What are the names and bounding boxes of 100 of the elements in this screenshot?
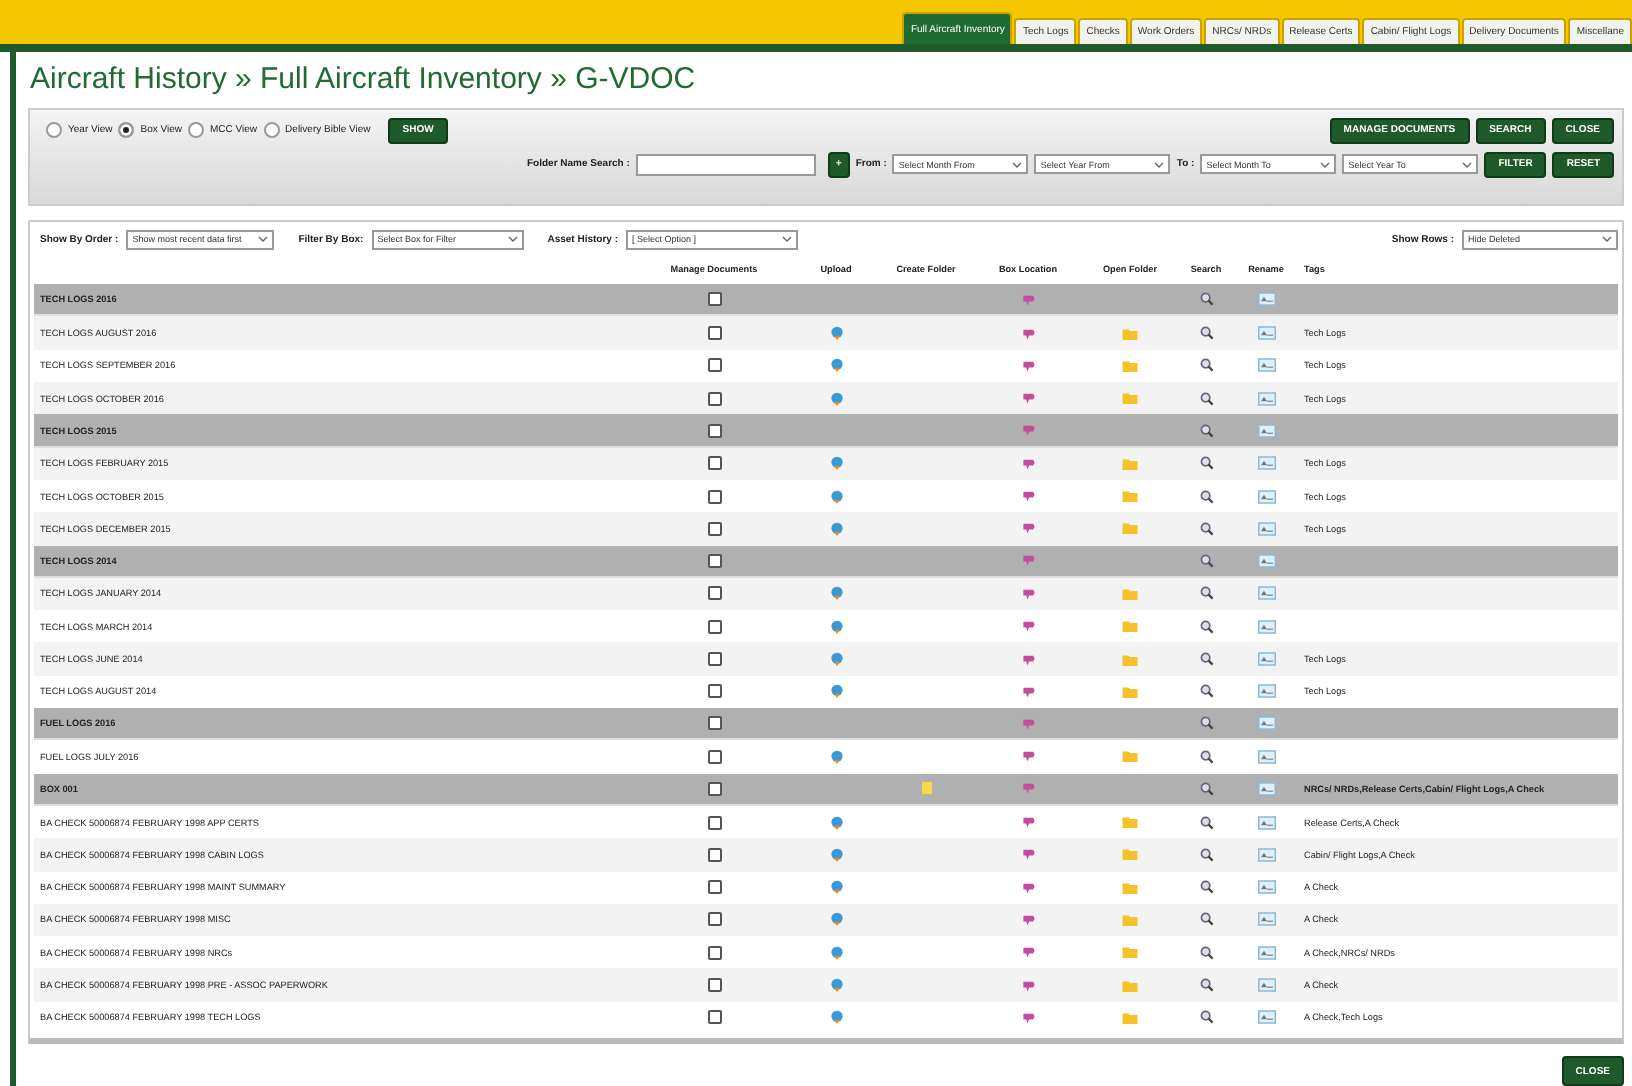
image-icon[interactable]	[1257, 781, 1275, 796]
checkbox[interactable]	[707, 423, 721, 437]
globe-icon[interactable]	[829, 358, 843, 373]
search-icon[interactable]	[1199, 781, 1213, 796]
search-icon[interactable]	[1199, 619, 1213, 634]
globe-icon[interactable]	[829, 391, 843, 406]
pushpin-icon[interactable]	[1021, 816, 1035, 829]
pushpin-icon[interactable]	[1021, 685, 1035, 698]
radio-button[interactable]	[188, 122, 205, 139]
pushpin-icon[interactable]	[1021, 979, 1035, 992]
pushpin-icon[interactable]	[1021, 782, 1035, 795]
search-icon[interactable]	[1199, 684, 1213, 699]
radio-button[interactable]	[118, 122, 135, 139]
checkbox[interactable]	[707, 456, 721, 471]
pushpin-icon[interactable]	[1021, 620, 1035, 633]
pushpin-icon[interactable]	[1021, 522, 1035, 535]
image-icon[interactable]	[1257, 521, 1275, 536]
image-icon[interactable]	[1257, 586, 1275, 601]
checkbox[interactable]	[707, 391, 721, 406]
globe-icon[interactable]	[829, 521, 843, 536]
globe-icon[interactable]	[829, 456, 843, 471]
checkbox[interactable]	[707, 586, 721, 601]
globe-icon[interactable]	[829, 652, 843, 667]
checkbox[interactable]	[707, 847, 721, 862]
image-icon[interactable]	[1257, 880, 1275, 895]
checkbox[interactable]	[707, 749, 721, 764]
search-icon[interactable]	[1199, 391, 1213, 406]
pushpin-icon[interactable]	[1021, 913, 1035, 926]
globe-icon[interactable]	[829, 749, 843, 764]
image-icon[interactable]	[1257, 619, 1275, 634]
search-icon[interactable]	[1199, 815, 1213, 830]
image-icon[interactable]	[1257, 978, 1275, 993]
search-icon[interactable]	[1199, 847, 1213, 862]
search-icon[interactable]	[1199, 652, 1213, 667]
checkbox[interactable]	[707, 781, 721, 796]
image-icon[interactable]	[1257, 358, 1275, 373]
checkbox[interactable]	[707, 521, 721, 536]
image-icon[interactable]	[1257, 391, 1275, 406]
globe-icon[interactable]	[829, 684, 843, 699]
search-icon[interactable]	[1199, 586, 1213, 601]
search-icon[interactable]	[1199, 749, 1213, 764]
search-icon[interactable]	[1199, 456, 1213, 471]
search-icon[interactable]	[1199, 521, 1213, 536]
globe-icon[interactable]	[829, 815, 843, 830]
image-icon[interactable]	[1257, 292, 1275, 307]
globe-icon[interactable]	[829, 619, 843, 634]
pushpin-icon[interactable]	[1021, 293, 1035, 306]
checkbox[interactable]	[707, 619, 721, 634]
image-icon[interactable]	[1257, 716, 1275, 731]
folder-search-field[interactable]	[635, 153, 816, 176]
checkbox[interactable]	[707, 326, 721, 341]
image-icon[interactable]	[1257, 912, 1275, 927]
checkbox[interactable]	[707, 1010, 721, 1025]
search-icon[interactable]	[1199, 978, 1213, 993]
globe-icon[interactable]	[829, 880, 843, 895]
search-icon[interactable]	[1199, 423, 1213, 437]
checkbox[interactable]	[707, 716, 721, 731]
pushpin-icon[interactable]	[1021, 490, 1035, 503]
pushpin-icon[interactable]	[1021, 848, 1035, 861]
globe-icon[interactable]	[829, 586, 843, 601]
globe-icon[interactable]	[829, 1010, 843, 1025]
image-icon[interactable]	[1257, 815, 1275, 830]
pushpin-icon[interactable]	[1021, 750, 1035, 763]
checkbox[interactable]	[707, 489, 721, 504]
radio-button[interactable]	[46, 122, 62, 139]
checkbox[interactable]	[707, 880, 721, 895]
pushpin-icon[interactable]	[1021, 327, 1035, 340]
pushpin-icon[interactable]	[1021, 587, 1035, 600]
search-icon[interactable]	[1199, 716, 1213, 731]
globe-icon[interactable]	[829, 847, 843, 862]
pushpin-icon[interactable]	[1021, 946, 1035, 959]
pushpin-icon[interactable]	[1021, 392, 1035, 405]
pushpin-icon[interactable]	[1021, 1011, 1035, 1024]
pushpin-icon[interactable]	[1021, 359, 1035, 372]
pushpin-icon[interactable]	[1021, 717, 1035, 730]
checkbox[interactable]	[707, 292, 721, 307]
checkbox[interactable]	[707, 912, 721, 927]
search-icon[interactable]	[1199, 1010, 1213, 1025]
checkbox[interactable]	[707, 945, 721, 960]
image-icon[interactable]	[1257, 326, 1275, 341]
globe-icon[interactable]	[829, 326, 843, 341]
pushpin-icon[interactable]	[1021, 457, 1035, 470]
image-icon[interactable]	[1257, 553, 1275, 568]
globe-icon[interactable]	[829, 945, 843, 960]
checkbox[interactable]	[707, 553, 721, 568]
checkbox[interactable]	[707, 684, 721, 699]
pushpin-icon[interactable]	[1021, 424, 1035, 436]
search-icon[interactable]	[1199, 489, 1213, 504]
globe-icon[interactable]	[829, 978, 843, 993]
globe-icon[interactable]	[829, 912, 843, 927]
search-icon[interactable]	[1199, 945, 1213, 960]
globe-icon[interactable]	[829, 489, 843, 504]
search-icon[interactable]	[1199, 358, 1213, 373]
checkbox[interactable]	[707, 815, 721, 830]
checkbox[interactable]	[707, 358, 721, 373]
search-icon[interactable]	[1199, 292, 1213, 307]
search-icon[interactable]	[1199, 880, 1213, 895]
image-icon[interactable]	[1257, 1010, 1275, 1025]
image-icon[interactable]	[1257, 749, 1275, 764]
search-icon[interactable]	[1199, 912, 1213, 927]
